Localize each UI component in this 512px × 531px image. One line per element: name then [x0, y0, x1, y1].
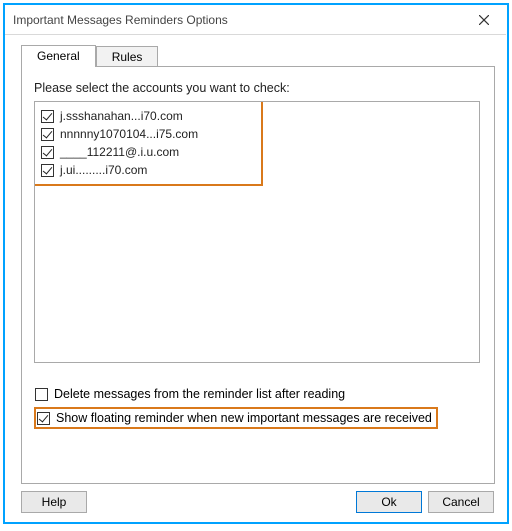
tab-label: Rules: [112, 50, 143, 64]
accounts-listbox[interactable]: j.ssshanahan...i70.com nnnnny1070104...i…: [34, 101, 480, 363]
account-label: j.ssshanahan...i70.com: [60, 109, 183, 123]
account-checkbox[interactable]: [41, 164, 54, 177]
account-checkbox[interactable]: [41, 146, 54, 159]
tab-rules[interactable]: Rules: [96, 46, 159, 67]
account-label: nnnnny1070104...i75.com: [60, 127, 198, 141]
option-label: Delete messages from the reminder list a…: [54, 387, 345, 401]
dialog-window: Important Messages Reminders Options Gen…: [5, 5, 506, 521]
accounts-highlight: j.ssshanahan...i70.com nnnnny1070104...i…: [34, 101, 263, 186]
account-row[interactable]: j.ssshanahan...i70.com: [41, 107, 255, 125]
close-icon: [479, 15, 489, 25]
ok-button[interactable]: Ok: [356, 491, 422, 513]
tab-general[interactable]: General: [21, 45, 96, 67]
help-button[interactable]: Help: [21, 491, 87, 513]
account-row[interactable]: ____112211@.i.u.com: [41, 143, 255, 161]
tab-label: General: [37, 49, 80, 63]
option-delete-after-reading[interactable]: Delete messages from the reminder list a…: [34, 387, 484, 401]
button-label: Cancel: [442, 495, 479, 509]
close-button[interactable]: [461, 5, 506, 35]
client-area: General Rules Please select the accounts…: [5, 35, 506, 521]
account-label: j.ui.........i70.com: [60, 163, 147, 177]
account-checkbox[interactable]: [41, 128, 54, 141]
titlebar: Important Messages Reminders Options: [5, 5, 506, 35]
window-title: Important Messages Reminders Options: [13, 13, 461, 27]
cancel-button[interactable]: Cancel: [428, 491, 494, 513]
button-bar: Help Ok Cancel: [21, 491, 494, 513]
checkbox[interactable]: [35, 388, 48, 401]
accounts-prompt: Please select the accounts you want to c…: [34, 81, 484, 95]
tabstrip: General Rules: [21, 44, 495, 66]
button-label: Ok: [381, 495, 396, 509]
checkbox[interactable]: [37, 412, 50, 425]
account-label: ____112211@.i.u.com: [60, 145, 179, 159]
option-floating-reminder[interactable]: Show floating reminder when new importan…: [34, 407, 438, 429]
account-checkbox[interactable]: [41, 110, 54, 123]
tab-panel-general: Please select the accounts you want to c…: [21, 66, 495, 484]
button-label: Help: [42, 495, 67, 509]
account-row[interactable]: j.ui.........i70.com: [41, 161, 255, 179]
account-row[interactable]: nnnnny1070104...i75.com: [41, 125, 255, 143]
option-label: Show floating reminder when new importan…: [56, 411, 432, 425]
